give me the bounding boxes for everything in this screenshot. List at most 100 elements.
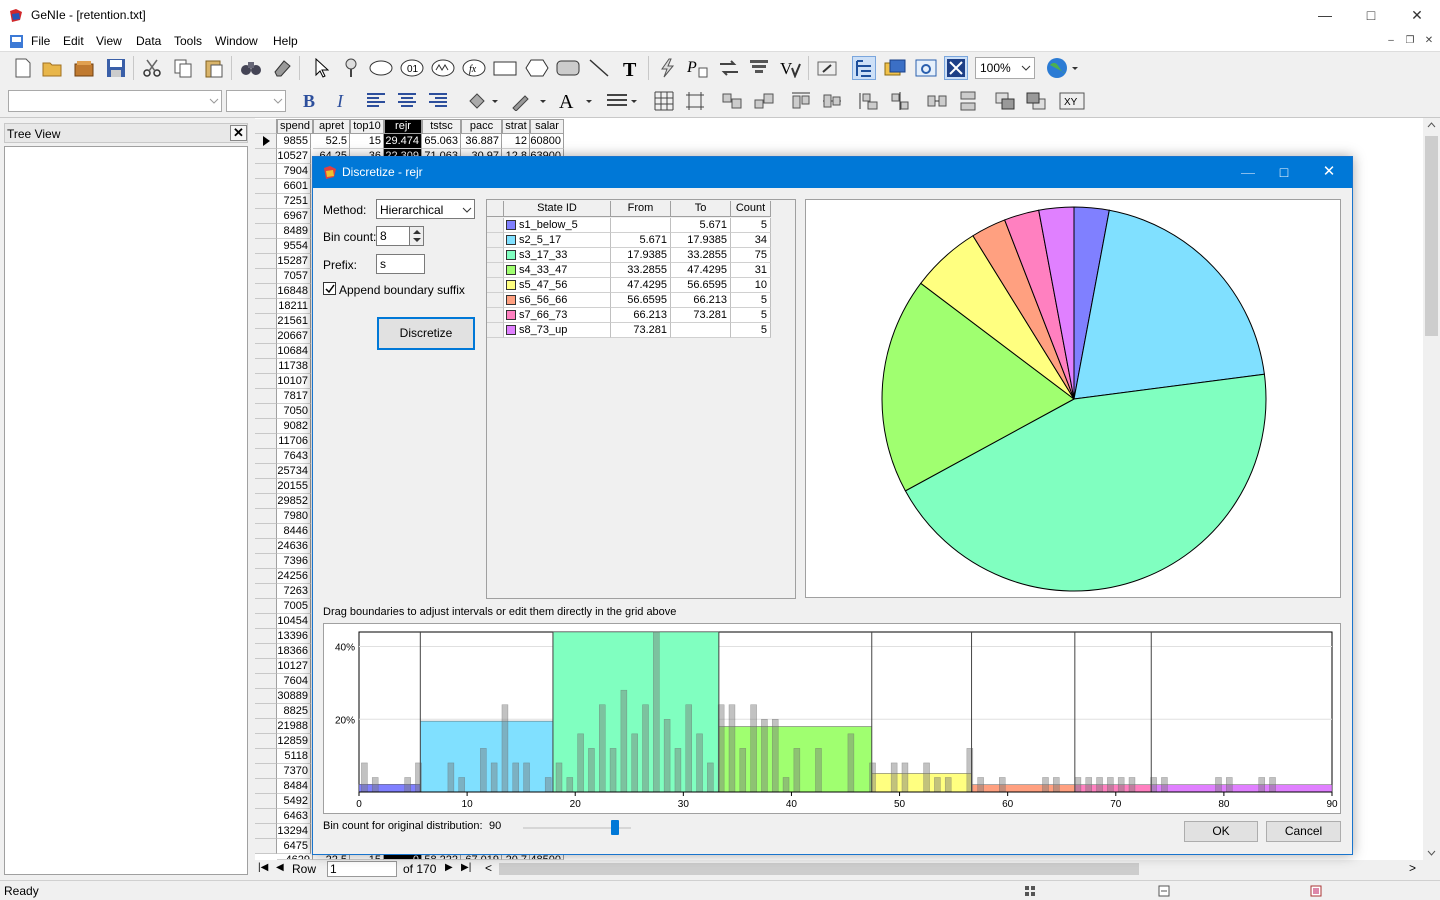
bin-count-input[interactable]: 8: [376, 226, 410, 246]
grid-cell[interactable]: 29.474: [384, 134, 422, 149]
grid-cell[interactable]: 30889: [277, 689, 311, 704]
distribute-h-icon[interactable]: [857, 89, 881, 113]
states-grid[interactable]: State ID From To Count s1_below_5 5.671 5 s2_5_…: [486, 199, 796, 599]
grid-row-header[interactable]: [255, 164, 277, 179]
grid-row-header[interactable]: [255, 569, 277, 584]
swap-arrows-icon[interactable]: [717, 56, 741, 80]
grid-column-header[interactable]: salar: [530, 119, 564, 134]
same-height-icon[interactable]: [956, 89, 980, 113]
grid-column-header[interactable]: tstsc: [422, 119, 461, 134]
state-count-cell[interactable]: 5: [731, 293, 771, 308]
grid-cell[interactable]: 7050: [277, 404, 311, 419]
grid-row-header[interactable]: [255, 629, 277, 644]
utility-node-icon[interactable]: [525, 56, 549, 80]
states-grid-row-header[interactable]: [487, 233, 504, 248]
grid-row-header[interactable]: [255, 464, 277, 479]
grid-row-header[interactable]: [255, 659, 277, 674]
grid-row-header[interactable]: [255, 674, 277, 689]
state-from-cell[interactable]: 56.6595: [611, 293, 671, 308]
scroll-left-icon[interactable]: <: [485, 861, 492, 875]
scroll-right-icon[interactable]: >: [1409, 861, 1416, 875]
grid-vertical-scrollbar[interactable]: [1423, 118, 1440, 860]
grid-row-header[interactable]: [255, 329, 277, 344]
grid-cell[interactable]: 7057: [277, 269, 311, 284]
font-color-icon[interactable]: A: [556, 89, 596, 113]
grid-cell[interactable]: 12859: [277, 734, 311, 749]
align-bottom-icon[interactable]: [752, 89, 776, 113]
grid-cell[interactable]: 6601: [277, 179, 311, 194]
grid-row-header[interactable]: [255, 689, 277, 704]
states-grid-row-header[interactable]: [487, 263, 504, 278]
state-count-cell[interactable]: 75: [731, 248, 771, 263]
paste-icon[interactable]: [202, 56, 226, 80]
chance-node-icon[interactable]: [369, 56, 393, 80]
menu-tools[interactable]: Tools: [174, 34, 202, 48]
grid-row-header[interactable]: [255, 254, 277, 269]
grid-cell[interactable]: 6463: [277, 809, 311, 824]
same-width-icon[interactable]: [925, 89, 949, 113]
grid-row-header[interactable]: [255, 794, 277, 809]
new-file-icon[interactable]: [11, 56, 35, 80]
sensitivity-icon[interactable]: [815, 56, 839, 80]
state-id-cell[interactable]: s2_5_17: [504, 233, 611, 248]
grid-column-header[interactable]: top10: [350, 119, 384, 134]
font-size-select[interactable]: [226, 90, 286, 112]
state-to-cell[interactable]: [671, 323, 731, 338]
submodel-icon[interactable]: [556, 56, 580, 80]
zoom-select[interactable]: 100%: [975, 57, 1035, 79]
menu-data[interactable]: Data: [136, 34, 161, 48]
histogram-chart[interactable]: 20% 40% 0 10 20 30 40 50 60 70 80 90: [323, 623, 1341, 814]
function-node-icon[interactable]: fx: [462, 56, 486, 80]
interval-bar-s2_5_17[interactable]: [420, 720, 554, 793]
copy-icon[interactable]: [171, 56, 195, 80]
grid-cell[interactable]: 7396: [277, 554, 311, 569]
ok-button[interactable]: OK: [1184, 821, 1258, 842]
open-folder-icon[interactable]: [41, 56, 65, 80]
grid-column-header[interactable]: apret: [313, 119, 350, 134]
grid-row-header[interactable]: [255, 584, 277, 599]
grid-row-header[interactable]: [255, 839, 277, 854]
state-from-cell[interactable]: 66.213: [611, 308, 671, 323]
state-count-cell[interactable]: 31: [731, 263, 771, 278]
eraser-icon[interactable]: [270, 56, 294, 80]
state-to-cell[interactable]: 17.9385: [671, 233, 731, 248]
grid-cell[interactable]: 7643: [277, 449, 311, 464]
grid-row-header[interactable]: [255, 314, 277, 329]
dialog-close-button[interactable]: ✕: [1306, 157, 1352, 188]
set-evidence-icon[interactable]: P: [686, 56, 710, 80]
grid-cell[interactable]: 6475: [277, 839, 311, 854]
menu-window[interactable]: Window: [215, 34, 258, 48]
state-from-cell[interactable]: [611, 218, 671, 233]
grid-cell[interactable]: 7604: [277, 674, 311, 689]
grid-row-header[interactable]: [255, 149, 277, 164]
state-from-cell[interactable]: 73.281: [611, 323, 671, 338]
grid-cell[interactable]: 9855: [277, 134, 311, 149]
method-select[interactable]: Hierarchical: [376, 199, 475, 219]
state-count-cell[interactable]: 5: [731, 323, 771, 338]
line-width-icon[interactable]: [605, 89, 641, 113]
grid-cell[interactable]: 7980: [277, 509, 311, 524]
align-top-icon[interactable]: [720, 89, 744, 113]
arc-tool-icon[interactable]: [587, 56, 611, 80]
grid-row-header[interactable]: [255, 734, 277, 749]
interval-bar-s8_73_up[interactable]: [1150, 784, 1333, 793]
mdi-minimize-button[interactable]: –: [1384, 35, 1398, 48]
grid-cell[interactable]: 6967: [277, 209, 311, 224]
grid-cell[interactable]: 7251: [277, 194, 311, 209]
grid-cell[interactable]: 8825: [277, 704, 311, 719]
grid-row-header[interactable]: [255, 539, 277, 554]
grid-row-header[interactable]: [255, 704, 277, 719]
globe-icon[interactable]: [1045, 56, 1081, 80]
menu-help[interactable]: Help: [273, 34, 298, 48]
state-id-cell[interactable]: s8_73_up: [504, 323, 611, 338]
grid-cell[interactable]: 8446: [277, 524, 311, 539]
update-lightning-icon[interactable]: [655, 56, 679, 80]
state-from-cell[interactable]: 17.9385: [611, 248, 671, 263]
align-left-nodes-icon[interactable]: [789, 89, 813, 113]
tree-view-toggle-icon[interactable]: [852, 56, 876, 80]
mdi-close-button[interactable]: ✕: [1422, 35, 1436, 48]
grid-cell[interactable]: 16848: [277, 284, 311, 299]
minimize-button[interactable]: —: [1302, 0, 1348, 31]
tree-view-body[interactable]: [4, 146, 248, 875]
interval-bar-s5_47_56[interactable]: [871, 773, 972, 793]
